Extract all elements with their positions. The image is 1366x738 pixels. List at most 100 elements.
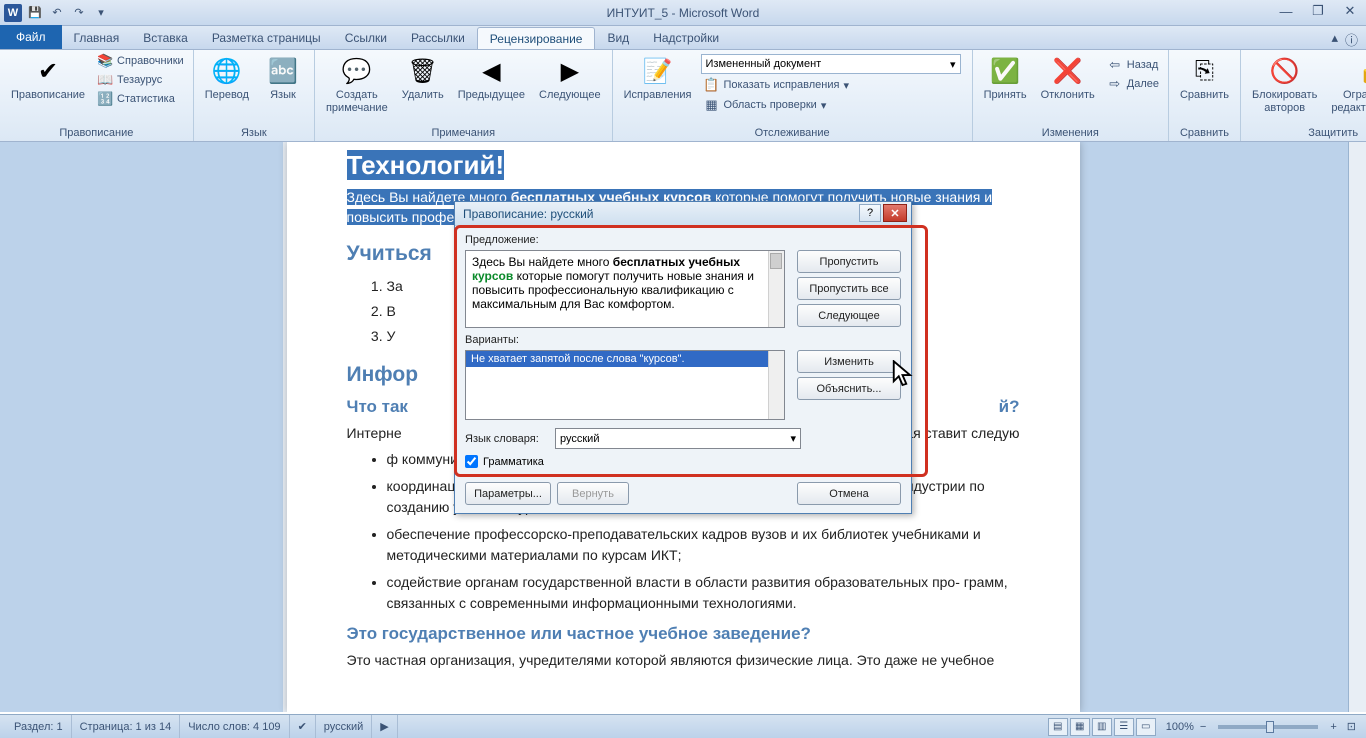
wordcount-button[interactable]: 🔢Статистика — [94, 90, 187, 108]
research-button[interactable]: 📚Справочники — [94, 52, 187, 70]
doc-h3: Это государственное или частное учебное … — [347, 624, 1020, 644]
save-icon[interactable]: 💾 — [26, 4, 44, 22]
cancel-button[interactable]: Отмена — [797, 482, 901, 505]
next-icon: ▶ — [554, 55, 586, 87]
translate-button[interactable]: 🌐Перевод — [200, 52, 254, 105]
status-wordcount[interactable]: Число слов: 4 109 — [180, 715, 289, 738]
zoom-level[interactable]: 100% — [1166, 721, 1194, 733]
show-markup-button[interactable]: 📋Показать исправления ▾ — [701, 76, 961, 94]
restrict-editing-button[interactable]: 🔒Ограничить редактирование — [1326, 52, 1366, 117]
lock-icon: 🔒 — [1357, 55, 1366, 87]
ribbon-minimize-icon[interactable]: ▴ — [1331, 30, 1338, 46]
tab-insert[interactable]: Вставка — [131, 27, 200, 49]
display-for-review-dropdown[interactable]: Измененный документ▾ — [701, 54, 961, 74]
group-compare: ⎘Сравнить Сравнить — [1169, 50, 1241, 141]
dict-lang-label: Язык словаря: — [465, 433, 543, 445]
next-sentence-button[interactable]: Следующее — [797, 304, 901, 327]
track-icon: 📝 — [642, 55, 674, 87]
ignore-all-button[interactable]: Пропустить все — [797, 277, 901, 300]
tab-addins[interactable]: Надстройки — [641, 27, 731, 49]
dialog-title: Правописание: русский — [459, 207, 594, 221]
block-authors-button[interactable]: 🚫Блокировать авторов — [1247, 52, 1322, 117]
block-icon: 🚫 — [1269, 55, 1301, 87]
status-proofing[interactable]: ✔ — [290, 715, 316, 738]
scrollbar-v[interactable] — [1348, 142, 1366, 712]
view-print-layout[interactable]: ▤ — [1048, 718, 1068, 736]
group-changes: ✅Принять ❌Отклонить ⇦Назад ⇨Далее Измене… — [973, 50, 1169, 141]
dialog-titlebar[interactable]: Правописание: русский ? ✕ — [455, 202, 911, 226]
tab-review[interactable]: Рецензирование — [477, 27, 596, 49]
spelling-button[interactable]: ✔ Правописание — [6, 52, 90, 105]
translate-icon: 🌐 — [211, 55, 243, 87]
dict-lang-select[interactable]: русский▾ — [555, 428, 801, 449]
zoom-in-button[interactable]: + — [1326, 721, 1340, 733]
variant-item[interactable]: Не хватает запятой после слова "курсов". — [466, 351, 784, 367]
listbox-scrollbar[interactable] — [768, 351, 784, 419]
language-button[interactable]: 🔤Язык — [258, 52, 308, 105]
view-fullscreen[interactable]: ▦ — [1070, 718, 1090, 736]
new-comment-button[interactable]: 💬Создать примечание — [321, 52, 393, 117]
delete-comment-button[interactable]: 🗑Удалить — [397, 52, 449, 105]
reviewing-pane-button[interactable]: ▦Область проверки ▾ — [701, 96, 961, 114]
status-page[interactable]: Страница: 1 из 14 — [72, 715, 181, 738]
status-macro[interactable]: ▶ — [372, 715, 397, 738]
variants-listbox[interactable]: Не хватает запятой после слова "курсов". — [465, 350, 785, 420]
ignore-button[interactable]: Пропустить — [797, 250, 901, 273]
tab-view[interactable]: Вид — [595, 27, 641, 49]
fit-button[interactable]: ⊡ — [1343, 720, 1360, 733]
prev-icon: ◀ — [475, 55, 507, 87]
sentence-textbox[interactable]: Здесь Вы найдете много бесплатных учебны… — [465, 250, 785, 328]
arrow-left-icon: ⇦ — [1107, 57, 1123, 73]
tab-layout[interactable]: Разметка страницы — [200, 27, 333, 49]
zoom-out-button[interactable]: − — [1196, 721, 1210, 733]
compare-button[interactable]: ⎘Сравнить — [1175, 52, 1234, 105]
dialog-help-button[interactable]: ? — [859, 204, 881, 222]
window-title: ИНТУИТ_5 - Microsoft Word — [607, 6, 760, 20]
status-language[interactable]: русский — [316, 715, 372, 738]
chevron-down-icon: ▾ — [790, 432, 796, 445]
accept-button[interactable]: ✅Принять — [979, 52, 1032, 105]
comment-icon: 💬 — [341, 55, 373, 87]
view-outline[interactable]: ☰ — [1114, 718, 1134, 736]
proofing-icon: ✔ — [298, 720, 307, 733]
track-changes-button[interactable]: 📝Исправления — [619, 52, 697, 105]
grammar-checkbox[interactable]: Грамматика — [465, 455, 901, 468]
close-button[interactable]: ✕ — [1340, 3, 1360, 19]
next-comment-button[interactable]: ▶Следующее — [534, 52, 606, 105]
prev-change-button[interactable]: ⇦Назад — [1104, 56, 1162, 74]
undo-icon[interactable]: ↶ — [48, 4, 66, 22]
delete-icon: 🗑 — [407, 55, 439, 87]
prev-comment-button[interactable]: ◀Предыдущее — [453, 52, 530, 105]
qat-dropdown-icon[interactable]: ▾ — [92, 4, 110, 22]
ribbon: ✔ Правописание 📚Справочники 📖Тезаурус 🔢С… — [0, 50, 1366, 142]
help-icon[interactable]: ⓘ — [1345, 30, 1358, 49]
status-section[interactable]: Раздел: 1 — [6, 715, 72, 738]
variants-label: Варианты: — [465, 334, 901, 346]
group-comments: 💬Создать примечание 🗑Удалить ◀Предыдущее… — [315, 50, 613, 141]
accept-icon: ✅ — [989, 55, 1021, 87]
thesaurus-button[interactable]: 📖Тезаурус — [94, 71, 187, 89]
options-button[interactable]: Параметры... — [465, 482, 551, 505]
book-icon: 📚 — [97, 53, 113, 69]
textbox-scrollbar[interactable] — [768, 251, 784, 327]
change-button[interactable]: Изменить — [797, 350, 901, 373]
zoom-slider[interactable] — [1218, 725, 1318, 729]
tab-mailings[interactable]: Рассылки — [399, 27, 477, 49]
explain-button[interactable]: Объяснить... — [797, 377, 901, 400]
title-bar: W 💾 ↶ ↷ ▾ ИНТУИТ_5 - Microsoft Word ― ❐ … — [0, 0, 1366, 26]
status-bar: Раздел: 1 Страница: 1 из 14 Число слов: … — [0, 714, 1366, 738]
view-draft[interactable]: ▭ — [1136, 718, 1156, 736]
group-protect: 🚫Блокировать авторов 🔒Ограничить редакти… — [1241, 50, 1366, 141]
file-tab[interactable]: Файл — [0, 25, 62, 49]
tab-references[interactable]: Ссылки — [333, 27, 399, 49]
ribbon-tabs: Файл Главная Вставка Разметка страницы С… — [0, 26, 1366, 50]
reject-button[interactable]: ❌Отклонить — [1036, 52, 1100, 105]
redo-icon[interactable]: ↷ — [70, 4, 88, 22]
tab-home[interactable]: Главная — [62, 27, 132, 49]
thesaurus-icon: 📖 — [97, 72, 113, 88]
next-change-button[interactable]: ⇨Далее — [1104, 75, 1162, 93]
restore-button[interactable]: ❐ — [1308, 3, 1328, 19]
minimize-button[interactable]: ― — [1276, 3, 1296, 19]
dialog-close-button[interactable]: ✕ — [883, 204, 907, 222]
view-web[interactable]: ▥ — [1092, 718, 1112, 736]
